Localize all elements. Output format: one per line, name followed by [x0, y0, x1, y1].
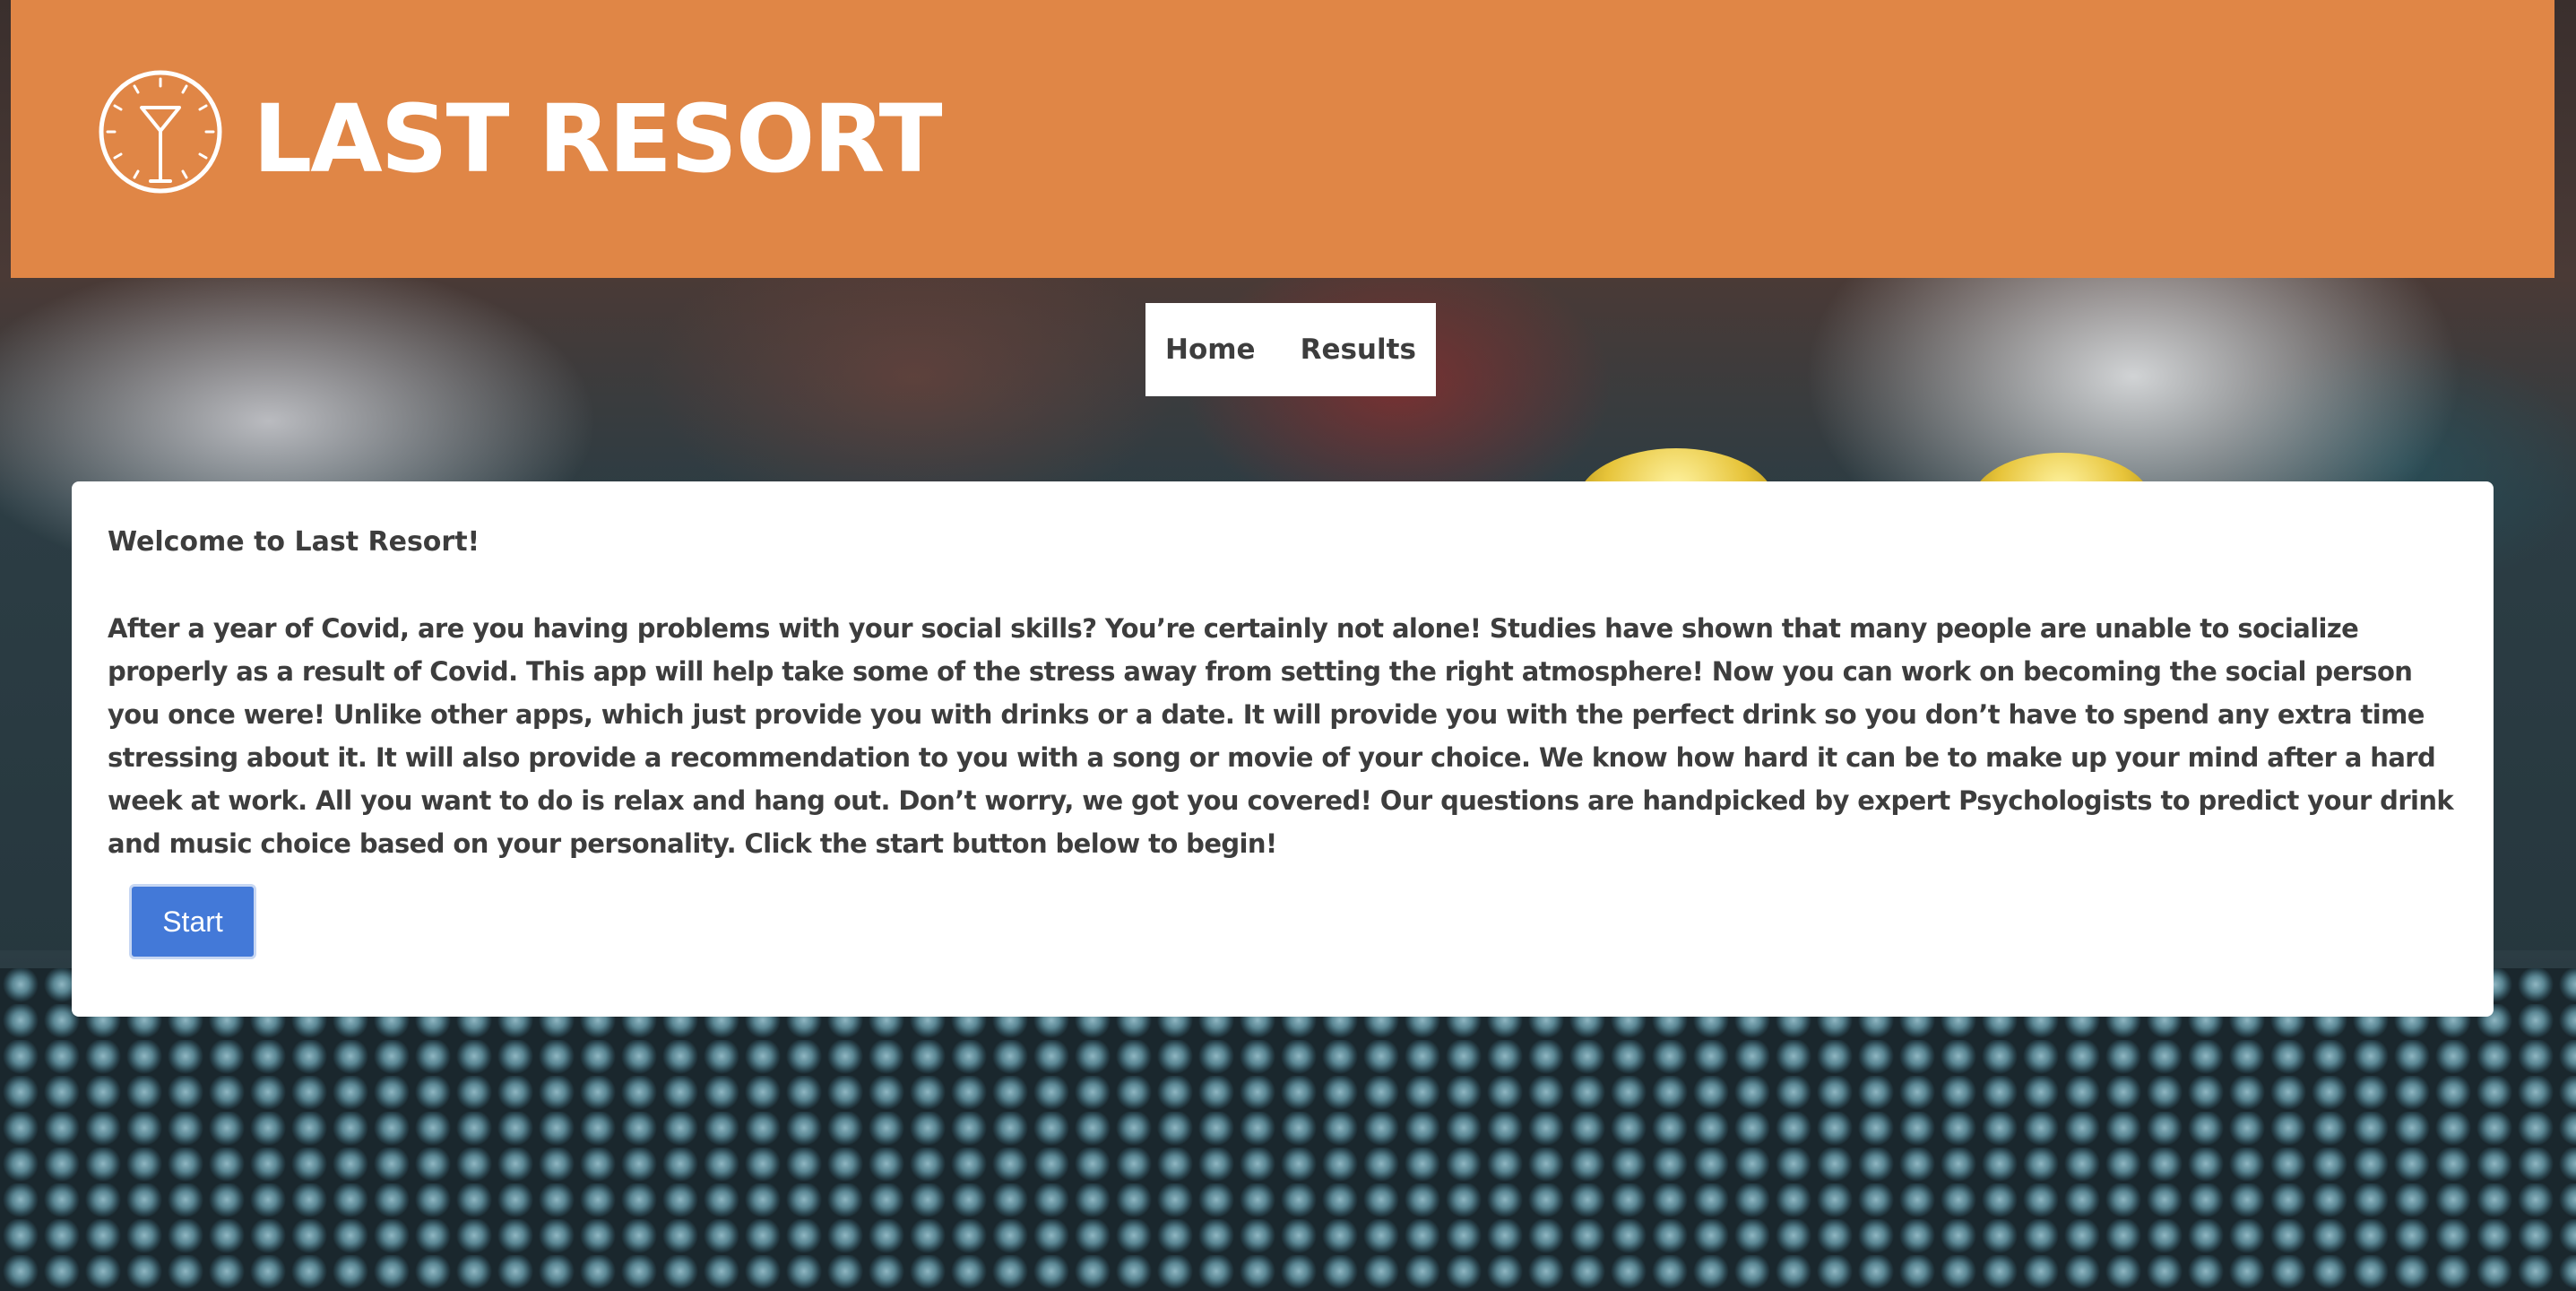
cocktail-clock-icon — [99, 70, 222, 194]
nav-home-link[interactable]: Home — [1165, 332, 1256, 368]
site-title: LAST RESORT — [253, 84, 943, 194]
main-nav: Home Results — [1145, 303, 1436, 396]
welcome-heading: Welcome to Last Resort! — [108, 526, 480, 558]
nav-results-link[interactable]: Results — [1301, 332, 1416, 368]
intro-paragraph: After a year of Covid, are you having pr… — [108, 613, 2454, 859]
site-header: LAST RESORT — [11, 0, 2554, 278]
start-button[interactable]: Start — [129, 884, 256, 959]
welcome-card: Welcome to Last Resort! After a year of … — [72, 481, 2494, 1017]
bar-mat — [0, 968, 2576, 1291]
